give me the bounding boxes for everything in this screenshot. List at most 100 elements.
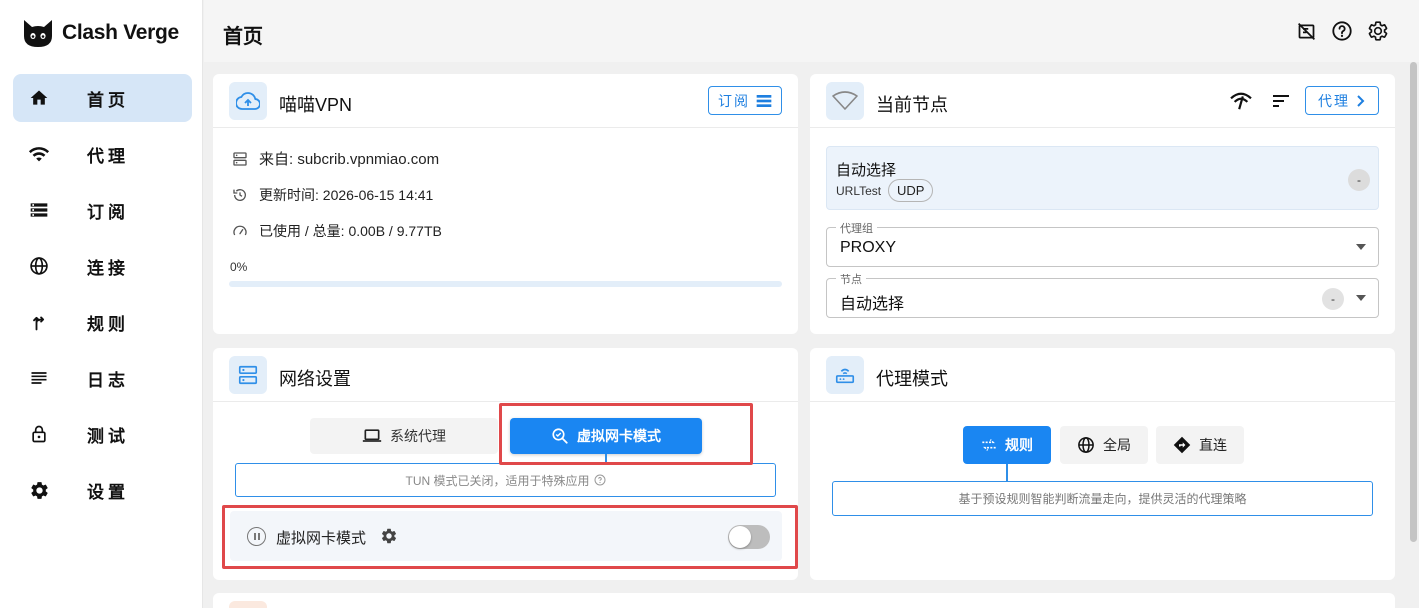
dns-icon: [229, 356, 267, 394]
sidebar-item-label: 连接: [87, 258, 129, 278]
node-label: 节点: [836, 271, 866, 287]
cloud-upload-icon: [229, 82, 267, 120]
sidebar-item-label: 首页: [87, 90, 129, 110]
app-name: Clash Verge: [62, 21, 179, 44]
header-actions: [1295, 20, 1389, 42]
dropdown-arrow-icon: [1356, 244, 1366, 250]
subscribe-button-label: 订阅: [718, 92, 750, 109]
dropdown-arrow-icon: [1356, 295, 1366, 301]
sidebar-item-connections[interactable]: 连接: [13, 242, 192, 290]
udp-badge: UDP: [888, 179, 934, 202]
proxy-mode-card: 代理模式 规则 全局 直连 基于预设规则智能判断流量走向，提供灵活的代理策略: [810, 348, 1395, 580]
system-proxy-button[interactable]: 系统代理: [310, 418, 498, 454]
history-icon: [231, 186, 249, 204]
mode-hint-text: 基于预设规则智能判断流量走向，提供灵活的代理策略: [958, 492, 1247, 506]
home-icon: [27, 86, 51, 110]
wifi-outline-icon: [826, 82, 864, 120]
highlight-tun-button: [499, 403, 753, 465]
usage-progress-bar: [229, 281, 782, 287]
sidebar-item-label: 设置: [87, 482, 129, 502]
brand: Clash Verge: [22, 18, 179, 48]
profile-updated-text: 更新时间: 2026-06-15 14:41: [259, 187, 434, 203]
mode-hint-connector: [1006, 464, 1008, 481]
sidebar: Clash Verge 首页 代理 订阅 连接 规则 日志 测试 设置: [0, 0, 203, 608]
current-node-card: 当前节点 代理 自动选择 URLTest UDP - 代理组 PROXY 节点 …: [810, 74, 1395, 334]
current-node-name: 自动选择: [836, 162, 897, 179]
sidebar-nav: 首页 代理 订阅 连接 规则 日志 测试 设置: [13, 74, 192, 522]
gear-icon: [27, 478, 51, 502]
profile-source: 来自: subcrib.vpnmiao.com: [231, 148, 439, 169]
sidebar-item-label: 日志: [87, 370, 129, 390]
storage-icon: [27, 198, 51, 222]
node-select[interactable]: 节点 自动选择 -: [826, 271, 1379, 318]
header: 首页: [204, 0, 1419, 62]
sidebar-item-label: 测试: [87, 426, 129, 446]
network-settings-header: 网络设置: [213, 348, 798, 402]
network-settings-title: 网络设置: [279, 369, 351, 389]
profile-usage: 已使用 / 总量: 0.00B / 9.77TB: [231, 221, 442, 241]
sort-icon[interactable]: [1272, 93, 1290, 109]
sidebar-item-settings[interactable]: 设置: [13, 466, 192, 514]
dns-icon: [231, 150, 249, 168]
scrollbar-thumb[interactable]: [1410, 62, 1417, 542]
swap-horiz-icon: [982, 439, 996, 451]
profile-updated: 更新时间: 2026-06-15 14:41: [231, 185, 433, 205]
storage-icon: [756, 94, 772, 107]
router-icon: [826, 356, 864, 394]
sidebar-item-label: 代理: [87, 146, 129, 166]
proxy-group-select[interactable]: 代理组 PROXY: [826, 220, 1379, 267]
layout-icon[interactable]: [1295, 20, 1317, 42]
sidebar-item-test[interactable]: 测试: [13, 410, 192, 458]
profile-card: 喵喵VPN 订阅 来自: subcrib.vpnmiao.com 更新时间: 2…: [213, 74, 798, 334]
profile-source-text: 来自: subcrib.vpnmiao.com: [259, 151, 440, 168]
cat-logo-icon: [24, 20, 52, 47]
node-value: 自动选择: [840, 296, 905, 313]
mode-global-button[interactable]: 全局: [1060, 426, 1148, 464]
wifi-icon: [27, 142, 51, 166]
chevron-right-icon: [1357, 94, 1365, 107]
page-title: 首页: [223, 26, 263, 48]
fork-icon: [27, 310, 51, 334]
speed-icon: [231, 222, 249, 240]
sidebar-item-logs[interactable]: 日志: [13, 354, 192, 402]
sidebar-item-home[interactable]: 首页: [13, 74, 192, 122]
mode-rule-button[interactable]: 规则: [963, 426, 1051, 464]
usage-percent: 0%: [230, 260, 248, 274]
help-icon[interactable]: [594, 474, 606, 486]
sidebar-item-proxy[interactable]: 代理: [13, 130, 192, 178]
mode-rule-label: 规则: [1005, 437, 1033, 453]
mode-global-label: 全局: [1103, 437, 1131, 453]
next-card-partial: [213, 593, 1395, 608]
profile-card-header: 喵喵VPN 订阅: [213, 74, 798, 128]
sidebar-item-rules[interactable]: 规则: [13, 298, 192, 346]
proxy-button[interactable]: 代理: [1305, 86, 1379, 115]
mode-direct-button[interactable]: 直连: [1156, 426, 1244, 464]
settings-icon[interactable]: [1367, 20, 1389, 42]
directions-icon: [1173, 436, 1191, 454]
globe-icon: [1078, 437, 1094, 453]
subscribe-button[interactable]: 订阅: [708, 86, 782, 115]
profile-usage-text: 已使用 / 总量: 0.00B / 9.77TB: [259, 223, 442, 239]
list-icon: [27, 366, 51, 390]
current-node-type: URLTest: [836, 184, 882, 198]
sidebar-item-label: 规则: [87, 314, 129, 334]
laptop-icon: [362, 429, 382, 442]
proxy-group-label: 代理组: [836, 220, 877, 236]
network-check-icon[interactable]: [1230, 91, 1252, 111]
tun-hint: TUN 模式已关闭，适用于特殊应用: [235, 463, 776, 497]
system-proxy-label: 系统代理: [390, 428, 446, 444]
main-scrollbar[interactable]: [1408, 62, 1419, 608]
globe-icon: [27, 254, 51, 278]
lock-icon: [27, 422, 51, 446]
card-icon-box: [229, 601, 267, 608]
tun-hint-text: TUN 模式已关闭，适用于特殊应用: [405, 473, 590, 488]
help-icon[interactable]: [1331, 20, 1353, 42]
node-delay-badge[interactable]: -: [1348, 169, 1370, 191]
highlight-tun-row: [222, 505, 798, 569]
current-node-item[interactable]: 自动选择 URLTest UDP -: [826, 146, 1379, 210]
node-select-delay[interactable]: -: [1322, 288, 1344, 310]
sidebar-item-subscription[interactable]: 订阅: [13, 186, 192, 234]
proxy-mode-title: 代理模式: [876, 369, 948, 389]
sidebar-item-label: 订阅: [87, 202, 129, 222]
mode-direct-label: 直连: [1199, 437, 1227, 453]
